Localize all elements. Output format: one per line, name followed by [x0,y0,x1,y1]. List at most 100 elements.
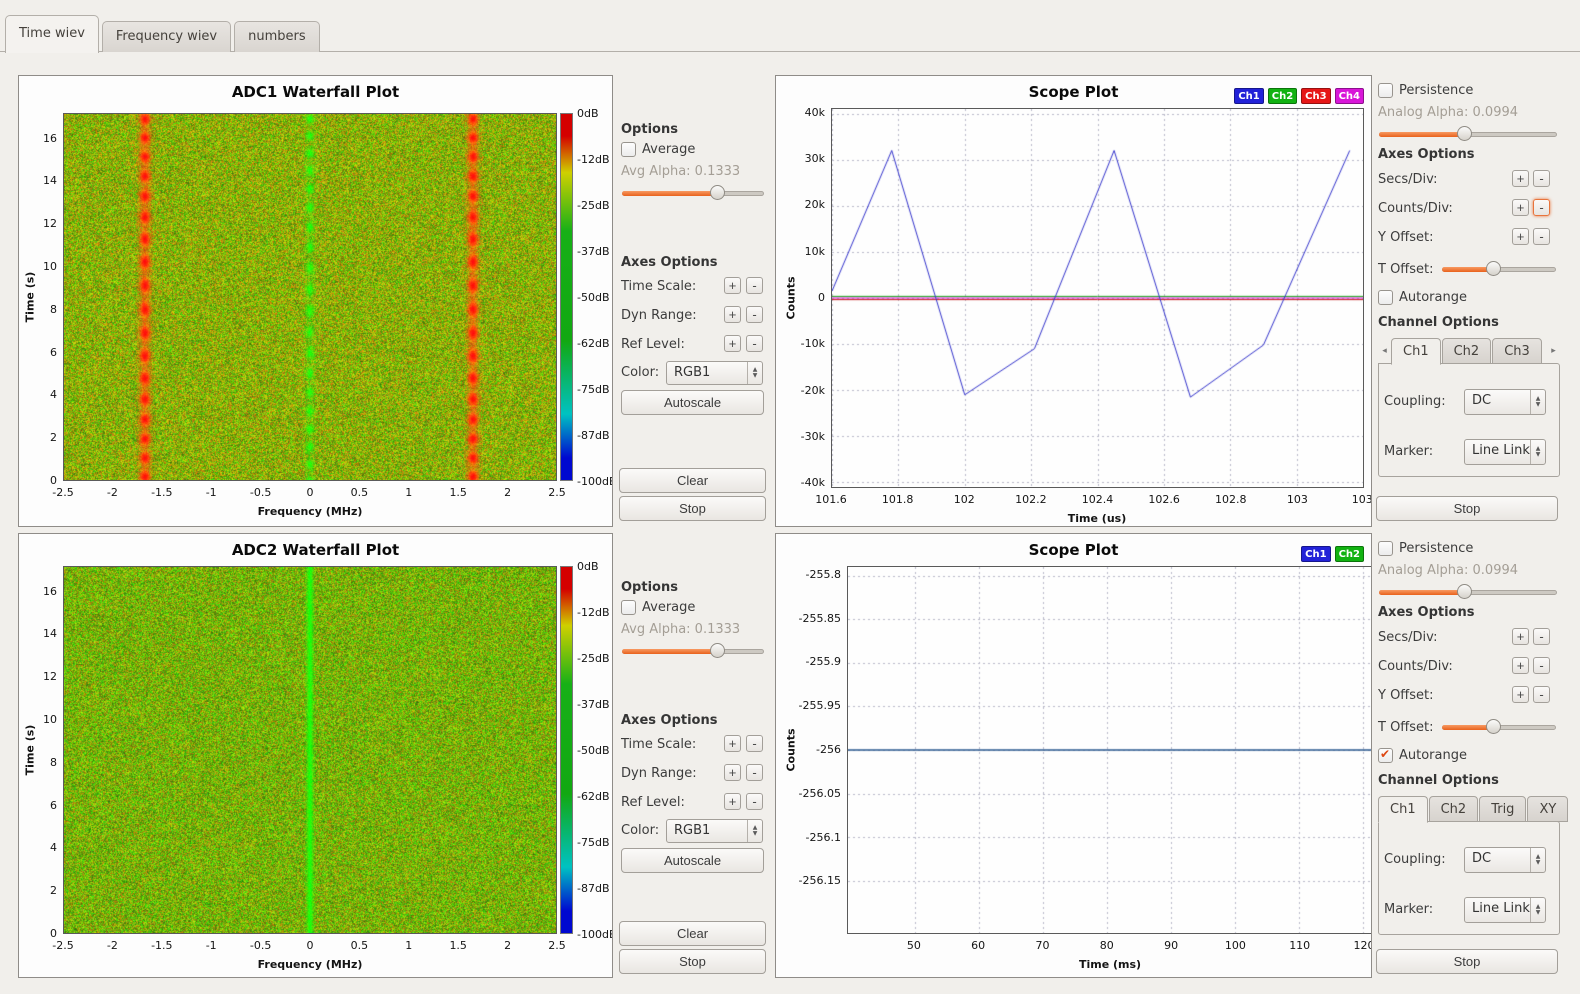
color-select[interactable]: RGB1 ▲▼ [666,361,763,385]
x-tick-label: -1 [206,486,217,499]
slider-handle[interactable] [1486,261,1501,276]
channel-tab-ch2[interactable]: Ch2 [1442,338,1492,364]
spinner-arrows[interactable]: ▲▼ [1530,848,1545,872]
average-checkbox[interactable] [621,142,636,157]
slider-handle[interactable] [710,185,725,200]
autorange-checkbox[interactable] [1378,290,1393,305]
spin-down-icon[interactable]: ▼ [1536,452,1541,458]
y-offset-plus-button[interactable]: + [1512,686,1529,703]
slider-handle[interactable] [710,643,725,658]
spin-down-icon[interactable]: ▼ [1536,910,1541,916]
slider-handle[interactable] [1457,126,1472,141]
time-scale-minus-button[interactable]: - [746,277,763,294]
marker-select[interactable]: Line Link ▲▼ [1464,897,1546,923]
channel-tab-ch1[interactable]: Ch1 [1391,338,1441,365]
coupling-select[interactable]: DC ▲▼ [1464,389,1546,415]
time-scale-plus-button[interactable]: + [724,735,741,752]
stop-button[interactable]: Stop [619,496,766,521]
colorbar-tick-label: -25dB [577,199,610,212]
colorbar-tick-label: -100dB [577,475,613,488]
channel-tab-ch1[interactable]: Ch1 [1378,796,1428,823]
y-offset-minus-button[interactable]: - [1533,228,1550,245]
spin-down-icon[interactable]: ▼ [1536,860,1541,866]
spinner-arrows[interactable]: ▲▼ [1530,898,1545,922]
autoscale-button[interactable]: Autoscale [621,848,764,873]
spin-down-icon[interactable]: ▼ [753,373,758,379]
dyn-range-plus-button[interactable]: + [724,306,741,323]
dyn-range-minus-button[interactable]: - [746,764,763,781]
counts-div-plus-button[interactable]: + [1512,657,1529,674]
ref-level-minus-button[interactable]: - [746,335,763,352]
y-tick-label: 2 [50,431,57,444]
scope-panel-2: Scope Plot Ch1Ch2 Counts Time (ms) 50607… [775,533,1372,978]
tab-time-view[interactable]: Time wiev [5,15,99,53]
colorbar-tick-label: -100dB [577,928,613,941]
spinner-arrows[interactable]: ▲▼ [1530,440,1545,464]
scope-plot-canvas[interactable] [848,567,1372,933]
time-scale-plus-button[interactable]: + [724,277,741,294]
channel-tabs-scroll-right-icon[interactable]: ▸ [1547,338,1560,364]
secs-div-plus-button[interactable]: + [1512,628,1529,645]
slider-handle[interactable] [1486,719,1501,734]
dyn-range-plus-button[interactable]: + [724,764,741,781]
channel-tab-trig[interactable]: Trig [1479,796,1526,822]
marker-select[interactable]: Line Link ▲▼ [1464,439,1546,465]
spin-down-icon[interactable]: ▼ [753,831,758,837]
ref-level-minus-button[interactable]: - [746,793,763,810]
autorange-checkbox-row: Autorange [1378,290,1467,305]
slider-handle[interactable] [1457,584,1472,599]
slider-fill [622,649,717,654]
coupling-select[interactable]: DC ▲▼ [1464,847,1546,873]
autorange-checkbox[interactable] [1378,748,1393,763]
analog-alpha-slider[interactable] [1379,584,1557,600]
scope-xlabel: Time (us) [1068,512,1126,525]
scope-stop-button[interactable]: Stop [1376,949,1558,974]
y-tick-label: 30k [805,152,825,165]
counts-div-plus-button[interactable]: + [1512,199,1529,216]
analog-alpha-slider[interactable] [1379,126,1557,142]
counts-div-minus-button[interactable]: - [1533,199,1550,216]
dyn-range-minus-button[interactable]: - [746,306,763,323]
ref-level-plus-button[interactable]: + [724,335,741,352]
y-offset-minus-button[interactable]: - [1533,686,1550,703]
channel-tab-ch2[interactable]: Ch2 [1429,796,1479,822]
persistence-checkbox[interactable] [1378,541,1393,556]
spin-down-icon[interactable]: ▼ [1536,402,1541,408]
tab-numbers[interactable]: numbers [234,21,320,52]
t-offset-slider[interactable] [1442,719,1556,735]
spinner-arrows[interactable]: ▲▼ [747,362,762,384]
t-offset-slider[interactable] [1442,261,1556,277]
secs-div-minus-button[interactable]: - [1533,628,1550,645]
tab-frequency-view[interactable]: Frequency wiev [102,21,231,52]
waterfall-image[interactable] [64,567,556,933]
secs-div-plus-button[interactable]: + [1512,170,1529,187]
stop-button[interactable]: Stop [619,949,766,974]
secs-div-minus-button[interactable]: - [1533,170,1550,187]
spinner-arrows[interactable]: ▲▼ [747,820,762,842]
avg-alpha-slider[interactable] [622,643,764,659]
colorbar-tick-label: -62dB [577,337,610,350]
scope-plot-canvas[interactable] [832,109,1363,487]
legend-chip-ch2: Ch2 [1268,88,1297,104]
clear-button[interactable]: Clear [619,468,766,493]
clear-button[interactable]: Clear [619,921,766,946]
x-tick-label: 1.5 [449,486,467,499]
y-tick-label: -256.1 [806,831,841,844]
y-tick-label: -255.8 [806,568,841,581]
time-scale-minus-button[interactable]: - [746,735,763,752]
waterfall-image[interactable] [64,114,556,480]
channel-tab-ch3[interactable]: Ch3 [1492,338,1542,364]
x-tick-label: 102.6 [1148,493,1180,506]
avg-alpha-slider[interactable] [622,185,764,201]
scope-stop-button[interactable]: Stop [1376,496,1558,521]
channel-tabs-scroll-left-icon[interactable]: ◂ [1378,338,1391,364]
counts-div-minus-button[interactable]: - [1533,657,1550,674]
color-select[interactable]: RGB1 ▲▼ [666,819,763,843]
ref-level-plus-button[interactable]: + [724,793,741,810]
persistence-checkbox[interactable] [1378,83,1393,98]
average-checkbox[interactable] [621,600,636,615]
y-offset-plus-button[interactable]: + [1512,228,1529,245]
autoscale-button[interactable]: Autoscale [621,390,764,415]
channel-tab-xy[interactable]: XY [1527,796,1568,822]
spinner-arrows[interactable]: ▲▼ [1530,390,1545,414]
